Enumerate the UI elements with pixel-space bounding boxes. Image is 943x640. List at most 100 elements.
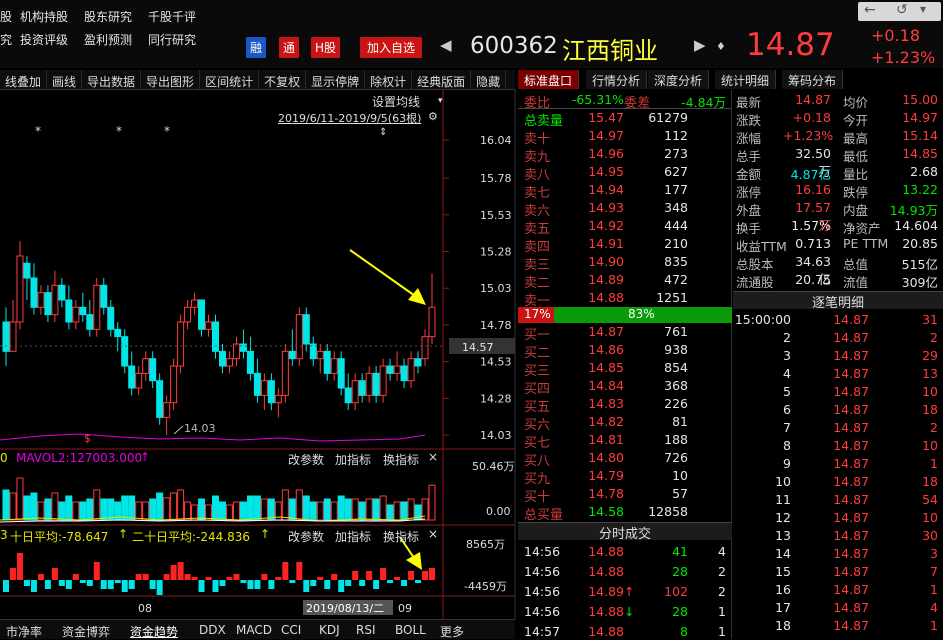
x-tick-aug: 08 <box>138 602 152 615</box>
trade-volume: 30 <box>922 528 938 543</box>
dropdown-icon[interactable]: ▾ <box>920 2 926 16</box>
ask-price[interactable]: 14.93 <box>578 200 624 215</box>
h-share-tag[interactable]: H股 <box>311 37 341 58</box>
refresh-icon[interactable]: ↺ <box>896 2 908 18</box>
stock-name: 江西铜业 <box>562 37 658 65</box>
money-flow-bar <box>86 580 93 586</box>
money-add-indicator[interactable]: 加指标 <box>335 528 371 545</box>
trade-volume: 10 <box>922 384 938 399</box>
toolbar-no-adjust[interactable]: 不复权 <box>259 70 307 89</box>
tab-order-book[interactable]: 标准盘口 <box>518 70 580 89</box>
ask-price[interactable]: 14.97 <box>578 128 624 143</box>
toolbar-overlay[interactable]: 线叠加 <box>0 70 48 89</box>
bid-price[interactable]: 14.82 <box>578 414 624 429</box>
volume-bar <box>330 501 338 521</box>
bid-label: 买九 <box>524 472 551 487</box>
money-change-indicator[interactable]: 换指标 <box>383 528 419 545</box>
ask-price[interactable]: 14.91 <box>578 236 624 251</box>
toolbar-show-halt[interactable]: 显示停牌 <box>306 70 366 89</box>
money-flow-bar <box>296 562 303 580</box>
back-icon[interactable]: ← <box>864 2 876 18</box>
range-settings-icon[interactable]: ⚙ <box>428 110 438 123</box>
vol-change-indicator[interactable]: 换指标 <box>383 451 419 468</box>
bid-price[interactable]: 14.80 <box>578 450 624 465</box>
vol-close-icon[interactable]: × <box>428 450 438 464</box>
bid-price[interactable]: 14.81 <box>578 432 624 447</box>
toolbar-ex-rights[interactable]: 除权计 <box>365 70 413 89</box>
bid-price[interactable]: 14.78 <box>578 486 624 501</box>
bid-price[interactable]: 14.84 <box>578 378 624 393</box>
total-buy-price: 14.58 <box>588 504 624 519</box>
tab-deep-analysis[interactable]: 深度分析 <box>648 70 710 89</box>
ma-settings-dropdown-icon[interactable]: ▾ <box>438 96 443 106</box>
tick-volume: 102 <box>664 584 688 599</box>
bell-icon[interactable]: ♦ <box>716 40 726 53</box>
tab-pb[interactable]: 市净率 <box>6 623 42 640</box>
vol-edit-params[interactable]: 改参数 <box>288 451 324 468</box>
ask-price[interactable]: 14.90 <box>578 254 624 269</box>
nav-rating[interactable]: 投资评级 <box>20 31 68 48</box>
toolbar-draw[interactable]: 画线 <box>47 70 83 89</box>
vol-add-indicator[interactable]: 加指标 <box>335 451 371 468</box>
tab-fund-trend[interactable]: 资金趋势 <box>130 623 178 640</box>
volume-bar <box>30 492 38 521</box>
ask-label: 卖十 <box>524 132 551 147</box>
toolbar-export-data[interactable]: 导出数据 <box>82 70 142 89</box>
nav-item[interactable]: 股 <box>0 8 12 25</box>
chart-star-marker: * <box>35 124 41 138</box>
ask-price[interactable]: 14.88 <box>578 290 624 305</box>
tab-stat-detail[interactable]: 统计明细 <box>715 70 777 89</box>
toolbar-range-stats[interactable]: 区间统计 <box>200 70 260 89</box>
margin-tag[interactable]: 融 <box>246 37 267 58</box>
bid-price[interactable]: 14.85 <box>578 360 624 375</box>
nav-stock-comments[interactable]: 千股千评 <box>148 8 196 25</box>
money-close-icon[interactable]: × <box>428 527 438 541</box>
tab-boll[interactable]: BOLL <box>395 623 426 637</box>
prev-stock-icon[interactable]: ◀ <box>440 36 452 54</box>
ma-settings-button[interactable]: 设置均线 <box>372 93 420 110</box>
ask-price[interactable]: 14.95 <box>578 164 624 179</box>
money-flow-bar <box>44 580 51 589</box>
candle-body <box>65 299 73 323</box>
ask-price[interactable]: 14.96 <box>578 146 624 161</box>
stat-value: 4.87亿 <box>790 167 831 182</box>
tab-chip-distribution[interactable]: 筹码分布 <box>782 70 844 89</box>
money-edit-params[interactable]: 改参数 <box>288 528 324 545</box>
bid-price[interactable]: 14.83 <box>578 396 624 411</box>
volume-bar <box>198 498 206 521</box>
ask-price[interactable]: 14.89 <box>578 272 624 287</box>
add-watchlist-button[interactable]: 加入自选 <box>360 37 423 58</box>
nav-institution-holding[interactable]: 机构持股 <box>20 8 68 25</box>
next-stock-icon[interactable]: ▶ <box>694 36 706 54</box>
candle-body <box>2 321 10 352</box>
bid-price[interactable]: 14.86 <box>578 342 624 357</box>
tab-market-analysis[interactable]: 行情分析 <box>586 70 648 89</box>
bid-label: 买四 <box>524 382 551 397</box>
tab-rsi[interactable]: RSI <box>356 623 376 637</box>
nav-shareholder-research[interactable]: 股东研究 <box>84 8 132 25</box>
nav-earnings-forecast[interactable]: 盈利预测 <box>84 31 132 48</box>
tab-more[interactable]: 更多 <box>440 623 464 640</box>
bid-price[interactable]: 14.87 <box>578 324 624 339</box>
tab-ddx[interactable]: DDX <box>199 623 226 637</box>
volume-bar <box>100 498 108 521</box>
toolbar-export-image[interactable]: 导出图形 <box>141 70 201 89</box>
nav-peer-research[interactable]: 同行研究 <box>148 31 196 48</box>
nav-item[interactable]: 究 <box>0 31 12 48</box>
stat-label: 总值 <box>843 257 869 272</box>
ask-price[interactable]: 14.94 <box>578 182 624 197</box>
toolbar-hide[interactable]: 隐藏 <box>471 70 507 89</box>
tab-kdj[interactable]: KDJ <box>319 623 340 637</box>
money-flow-bar <box>23 580 30 586</box>
tab-fund-game[interactable]: 资金博弈 <box>62 623 110 640</box>
price-change-pct: +1.23% <box>871 48 936 67</box>
ask-price[interactable]: 14.92 <box>578 218 624 233</box>
connect-tag[interactable]: 通 <box>279 37 300 58</box>
stat-label: 内盘 <box>843 203 869 218</box>
tab-macd[interactable]: MACD <box>236 623 272 637</box>
bid-price[interactable]: 14.79 <box>578 468 624 483</box>
bid-label: 买十 <box>524 490 551 505</box>
tab-cci[interactable]: CCI <box>281 623 301 637</box>
volume-bar <box>323 498 331 521</box>
toolbar-classic-layout[interactable]: 经典版面 <box>412 70 472 89</box>
